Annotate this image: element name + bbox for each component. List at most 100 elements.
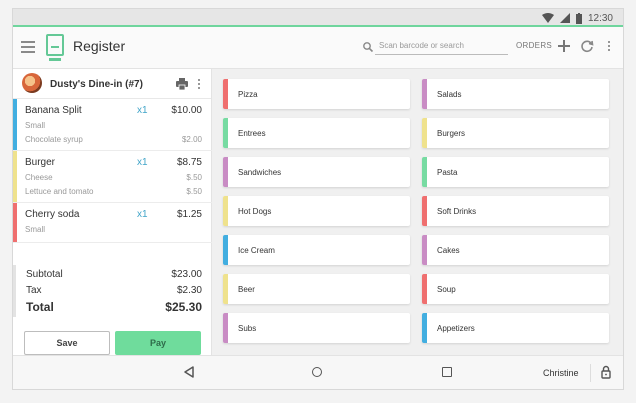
search-input[interactable] — [375, 37, 508, 55]
wifi-icon — [541, 13, 554, 23]
category-tile-entrees[interactable]: Entrees — [223, 118, 410, 148]
category-tile-appetizers[interactable]: Appetizers — [422, 313, 609, 343]
category-color-bar — [223, 118, 228, 148]
category-color-bar — [422, 274, 427, 304]
category-tile-pasta[interactable]: Pasta — [422, 157, 609, 187]
order-header: Dusty's Dine-in (#7) — [13, 69, 211, 99]
signal-icon — [559, 13, 570, 23]
tax-value: $2.30 — [176, 285, 202, 296]
category-tile-burgers[interactable]: Burgers — [422, 118, 609, 148]
pay-button[interactable]: Pay — [115, 331, 201, 355]
more-vert-icon[interactable] — [607, 41, 611, 53]
item-quantity: x1 — [137, 209, 148, 220]
refresh-icon[interactable] — [580, 39, 594, 53]
search-icon — [363, 42, 374, 53]
item-name: Banana Split — [25, 105, 82, 116]
order-title: Dusty's Dine-in (#7) — [50, 79, 143, 90]
modifier-price: $2.00 — [181, 135, 202, 144]
total-label: Total — [26, 300, 54, 314]
category-color-bar — [422, 79, 427, 109]
category-tile-beer[interactable]: Beer — [223, 274, 410, 304]
order-more-vert-icon[interactable] — [197, 79, 201, 91]
order-line-item[interactable]: Burger x1 $8.75 Cheese $.50 Lettuce and … — [13, 151, 212, 203]
back-triangle-icon[interactable] — [183, 366, 195, 378]
category-label: Appetizers — [437, 324, 475, 333]
item-color-bar — [13, 99, 17, 150]
category-color-bar — [223, 157, 228, 187]
category-label: Beer — [238, 285, 255, 294]
item-name: Cherry soda — [25, 209, 80, 220]
order-totals: Subtotal $23.00 Tax $2.30 Total $25.30 — [13, 265, 212, 317]
recent-apps-square-icon[interactable] — [442, 367, 452, 377]
modifier-price: $.50 — [186, 173, 202, 182]
home-circle-icon[interactable] — [312, 367, 322, 377]
item-name: Burger — [25, 157, 56, 168]
total-value: $25.30 — [165, 300, 202, 314]
category-tile-hot-dogs[interactable]: Hot Dogs — [223, 196, 410, 226]
category-tile-soup[interactable]: Soup — [422, 274, 609, 304]
category-label: Salads — [437, 90, 462, 99]
app-bar: Register ORDERS — [13, 27, 623, 69]
orders-button[interactable]: ORDERS — [516, 41, 552, 50]
order-panel: Dusty's Dine-in (#7) Banana Split x1 $10… — [13, 69, 212, 355]
order-line-item[interactable]: Cherry soda x1 $1.25 Small — [13, 203, 212, 243]
item-quantity: x1 — [137, 105, 148, 116]
plus-icon[interactable] — [557, 39, 571, 53]
nav-divider — [590, 364, 591, 382]
category-color-bar — [422, 118, 427, 148]
item-color-bar — [13, 151, 17, 202]
item-quantity: x1 — [137, 157, 148, 168]
navigation-bar: Christine — [13, 355, 623, 389]
category-color-bar — [422, 157, 427, 187]
category-color-bar — [422, 313, 427, 343]
category-label: Soft Drinks — [437, 207, 477, 216]
category-label: Subs — [238, 324, 257, 333]
category-label: Pizza — [238, 90, 258, 99]
category-color-bar — [422, 196, 427, 226]
category-color-bar — [223, 235, 228, 265]
register-logo-icon — [46, 34, 64, 56]
modifier-name: Lettuce and tomato — [25, 187, 94, 196]
user-name[interactable]: Christine — [543, 368, 579, 378]
category-color-bar — [223, 313, 228, 343]
category-tile-cakes[interactable]: Cakes — [422, 235, 609, 265]
item-price: $8.75 — [176, 157, 202, 168]
save-button[interactable]: Save — [24, 331, 110, 355]
category-label: Cakes — [437, 246, 460, 255]
category-tile-subs[interactable]: Subs — [223, 313, 410, 343]
order-line-item[interactable]: Banana Split x1 $10.00 Small Chocolate s… — [13, 99, 212, 151]
category-label: Ice Cream — [238, 246, 275, 255]
category-color-bar — [422, 235, 427, 265]
modifier-name: Small — [25, 225, 46, 234]
battery-icon — [575, 12, 582, 24]
register-logo-stand — [49, 58, 61, 61]
category-tile-ice-cream[interactable]: Ice Cream — [223, 235, 410, 265]
lock-icon[interactable] — [601, 365, 611, 379]
app-title: Register — [73, 38, 126, 54]
subtotal-value: $23.00 — [171, 269, 202, 280]
category-color-bar — [223, 196, 228, 226]
customer-avatar — [22, 73, 42, 93]
status-bar: 12:30 — [13, 9, 623, 27]
category-label: Pasta — [437, 168, 458, 177]
printer-icon[interactable] — [176, 78, 188, 90]
subtotal-label: Subtotal — [26, 269, 63, 280]
modifier-name: Cheese — [25, 173, 53, 182]
category-tile-pizza[interactable]: Pizza — [223, 79, 410, 109]
category-tile-soft-drinks[interactable]: Soft Drinks — [422, 196, 609, 226]
category-label: Burgers — [437, 129, 466, 138]
tablet-screen: 12:30 Register ORDERS Dusty's Dine-in (#… — [12, 8, 624, 390]
status-time: 12:30 — [587, 12, 613, 24]
item-price: $10.00 — [171, 105, 202, 116]
item-price: $1.25 — [176, 209, 202, 220]
item-color-bar — [13, 203, 17, 242]
category-tile-salads[interactable]: Salads — [422, 79, 609, 109]
modifier-price: $.50 — [186, 187, 202, 196]
category-label: Entrees — [238, 129, 266, 138]
tax-label: Tax — [26, 285, 42, 296]
modifier-name: Chocolate syrup — [25, 135, 83, 144]
hamburger-menu-icon[interactable] — [21, 41, 35, 53]
category-grid: Pizza Salads Entrees Burgers Sandwiches … — [212, 69, 623, 355]
category-tile-sandwiches[interactable]: Sandwiches — [223, 157, 410, 187]
category-label: Sandwiches — [238, 168, 282, 177]
